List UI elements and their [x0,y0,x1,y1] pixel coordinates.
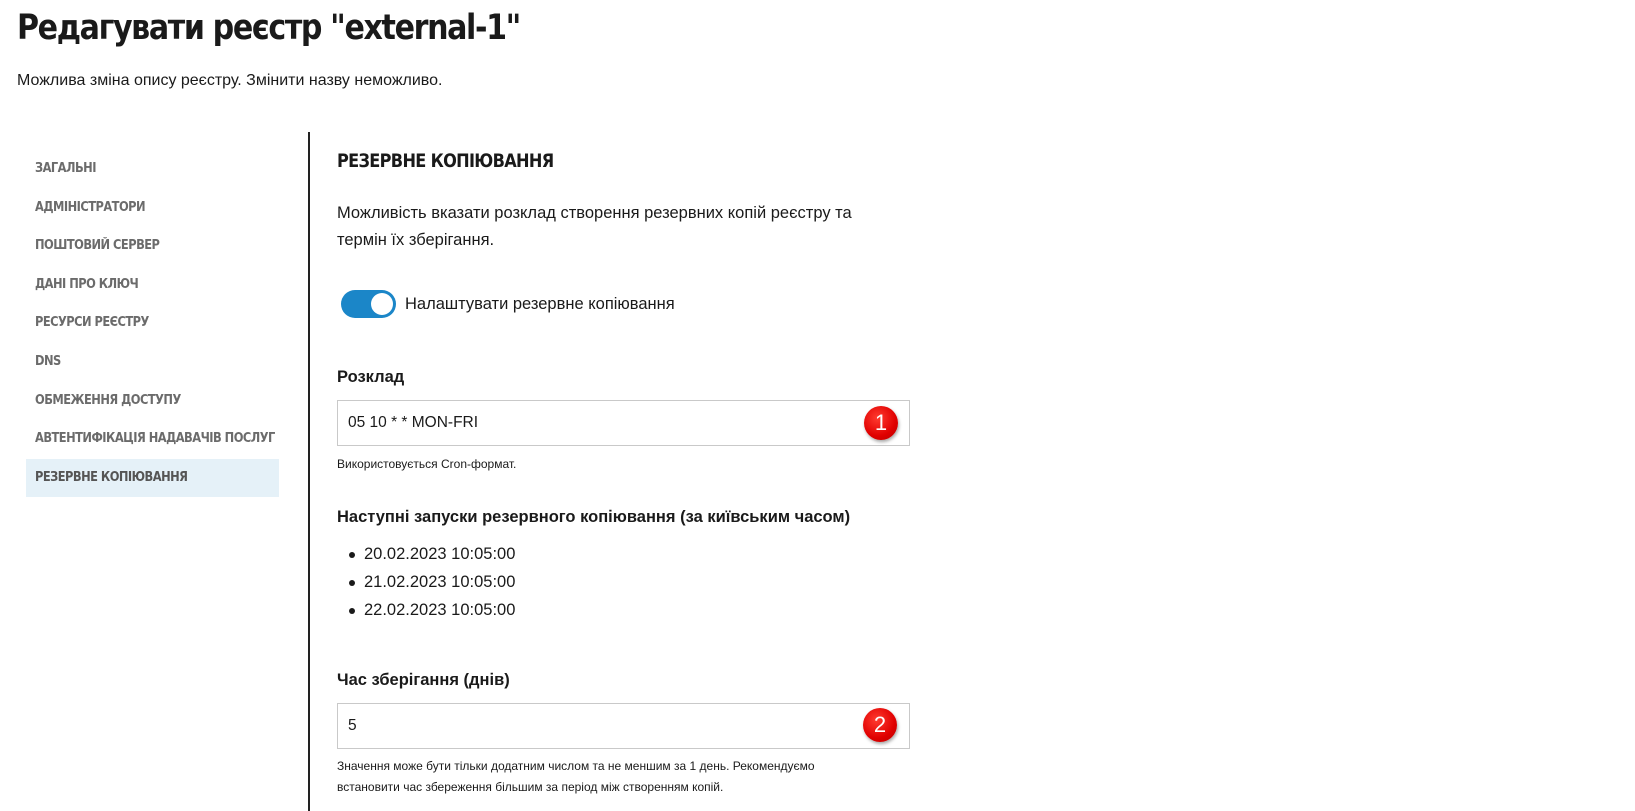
sidebar-item-registry-resources[interactable]: РЕСУРСИ РЕЄСТРУ [26,304,279,343]
sidebar-item-mail-server[interactable]: ПОШТОВИЙ СЕРВЕР [26,227,279,266]
backup-toggle-label: Налаштувати резервне копіювання [405,294,675,313]
backup-toggle[interactable] [341,290,396,318]
retention-days-input[interactable] [337,703,910,749]
list-item: 22.02.2023 10:05:00 [347,596,515,624]
section-description: Можливість вказати розклад створення рез… [337,204,852,249]
sidebar-item-label: DNS [35,353,61,369]
sidebar-item-general[interactable]: ЗАГАЛЬНІ [26,150,279,189]
sidebar-item-label: АВТЕНТИФІКАЦІЯ НАДАВАЧІВ ПОСЛУГ [35,431,275,447]
page-subtitle: Можлива зміна опису реєстру. Змінити наз… [17,72,443,89]
sidebar-item-label: ОБМЕЖЕННЯ ДОСТУПУ [35,392,181,408]
backup-toggle-row: Налаштувати резервне копіювання [341,290,675,318]
sidebar-item-access-restrictions[interactable]: ОБМЕЖЕННЯ ДОСТУПУ [26,382,279,421]
schedule-label: Розклад [337,368,405,386]
sidebar-item-key-data[interactable]: ДАНІ ПРО КЛЮЧ [26,266,279,305]
sidebar-item-label: АДМІНІСТРАТОРИ [35,199,146,215]
retention-label: Час зберігання (днів) [337,671,510,689]
toggle-knob [371,293,393,315]
next-runs-label: Наступні запуски резервного копіювання (… [337,508,851,526]
sidebar-item-label: ПОШТОВИЙ СЕРВЕР [35,238,160,254]
list-item: 20.02.2023 10:05:00 [347,540,515,568]
sidebar-item-label: ДАНІ ПРО КЛЮЧ [35,276,139,292]
sidebar-nav: ЗАГАЛЬНІ АДМІНІСТРАТОРИ ПОШТОВИЙ СЕРВЕР … [26,150,279,498]
sidebar-item-provider-authentication[interactable]: АВТЕНТИФІКАЦІЯ НАДАВАЧІВ ПОСЛУГ [26,420,279,459]
sidebar-item-label: РЕЗЕРВНЕ КОПІЮВАННЯ [35,469,188,485]
sidebar-item-label: ЗАГАЛЬНІ [35,161,96,176]
annotation-badge-2: 2 [863,708,897,742]
section-title: РЕЗЕРВНЕ КОПІЮВАННЯ [337,150,554,172]
sidebar-item-administrators[interactable]: АДМІНІСТРАТОРИ [26,189,279,228]
page-title: Редагувати реєстр "external-1" [17,8,521,48]
annotation-badge-1: 1 [864,406,898,440]
schedule-input[interactable] [337,400,910,446]
vertical-divider [308,132,310,811]
sidebar-item-label: РЕСУРСИ РЕЄСТРУ [35,315,149,331]
list-item: 21.02.2023 10:05:00 [347,568,515,596]
schedule-hint: Використовується Cron-формат. [337,457,517,471]
sidebar-item-dns[interactable]: DNS [26,343,279,382]
retention-hint: Значення може бути тільки додатним число… [337,759,815,794]
next-runs-list: 20.02.2023 10:05:00 21.02.2023 10:05:00 … [347,540,515,624]
sidebar-item-backup[interactable]: РЕЗЕРВНЕ КОПІЮВАННЯ [26,458,279,498]
